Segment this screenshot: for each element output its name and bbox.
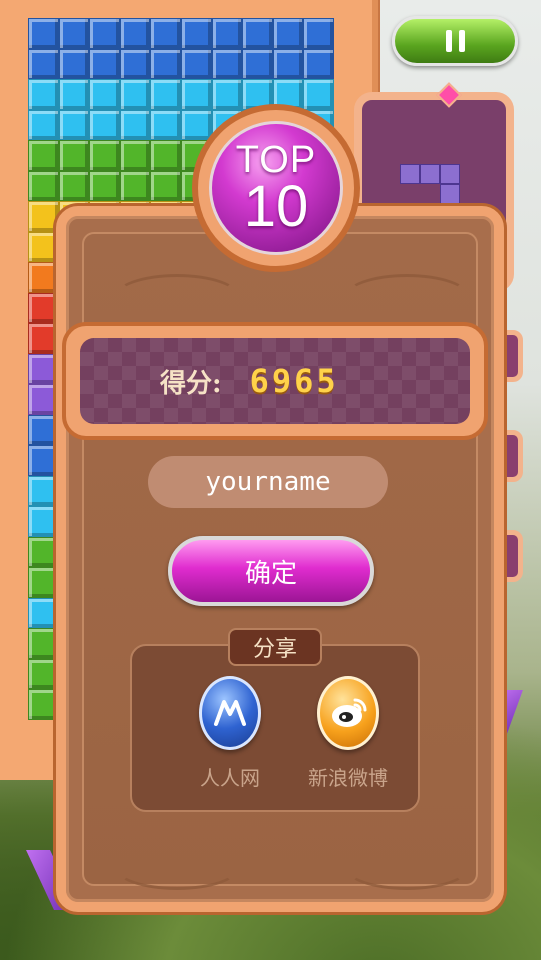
board-block	[28, 475, 59, 506]
board-block	[303, 48, 334, 79]
gem-ornament	[436, 82, 462, 108]
board-block	[28, 231, 59, 262]
board-block	[150, 48, 181, 79]
board-block	[89, 79, 120, 110]
board-block	[28, 384, 59, 415]
share-weibo-button[interactable]: 新浪微博	[293, 676, 403, 791]
board-block	[28, 506, 59, 537]
board-block	[58, 79, 90, 110]
board-block	[28, 658, 59, 689]
top10-badge: TOP 10	[192, 104, 360, 272]
top10-badge-core: TOP 10	[209, 121, 343, 255]
board-block	[58, 170, 90, 201]
scroll-ornament	[114, 844, 240, 890]
share-weibo-label: 新浪微博	[308, 766, 388, 790]
board-block	[28, 689, 59, 720]
score-value: 6965	[249, 362, 339, 400]
board-block	[89, 170, 120, 201]
renren-icon	[199, 676, 261, 750]
board-block	[150, 140, 181, 171]
board-block	[119, 79, 151, 110]
board-block	[303, 18, 334, 49]
board-block	[119, 18, 151, 49]
scroll-ornament	[114, 274, 240, 320]
board-block	[28, 536, 59, 567]
board-block	[89, 109, 120, 140]
board-block	[58, 48, 90, 79]
board-block	[28, 48, 59, 79]
badge-rank-text: 10	[243, 174, 309, 239]
board-block	[242, 18, 273, 49]
score-label: 得分:	[160, 368, 222, 399]
board-block	[211, 18, 243, 49]
board-block	[89, 140, 120, 171]
scroll-ornament	[344, 844, 470, 890]
share-renren-label: 人人网	[200, 766, 260, 790]
board-block	[181, 48, 212, 79]
board-block	[28, 567, 59, 598]
board-block	[28, 79, 59, 110]
board-block	[181, 109, 212, 140]
board-block	[28, 201, 59, 232]
board-block	[272, 18, 304, 49]
score-banner: 得分: 6965	[62, 322, 488, 440]
scroll-ornament	[344, 274, 470, 320]
board-block	[28, 597, 59, 628]
score-panel: 得分: 6965	[80, 338, 470, 424]
board-block	[58, 18, 90, 49]
board-block	[119, 109, 151, 140]
board-block	[28, 109, 59, 140]
board-block	[211, 48, 243, 79]
board-block	[28, 18, 59, 49]
board-block	[150, 170, 181, 201]
board-block	[89, 48, 120, 79]
board-block	[181, 79, 212, 110]
board-block	[58, 109, 90, 140]
sina-weibo-icon	[317, 676, 379, 750]
player-name-input[interactable]	[148, 456, 388, 508]
board-block	[303, 79, 334, 110]
board-block	[242, 48, 273, 79]
board-block	[119, 140, 151, 171]
confirm-button-label: 确定	[244, 558, 297, 589]
board-block	[28, 414, 59, 445]
board-block	[28, 170, 59, 201]
board-block	[28, 262, 59, 293]
board-block	[28, 628, 59, 659]
board-block	[181, 18, 212, 49]
share-title: 分享	[228, 628, 322, 666]
pause-icon	[445, 30, 465, 52]
board-block	[150, 18, 181, 49]
board-block	[89, 18, 120, 49]
board-block	[28, 140, 59, 171]
board-block	[119, 48, 151, 79]
board-block	[28, 445, 59, 476]
confirm-button[interactable]: 确定	[168, 536, 374, 606]
board-block	[58, 140, 90, 171]
board-block	[28, 323, 59, 354]
board-block	[211, 79, 243, 110]
board-block	[119, 170, 151, 201]
board-block	[28, 353, 59, 384]
board-block	[150, 109, 181, 140]
board-block	[150, 79, 181, 110]
share-renren-button[interactable]: 人人网	[175, 676, 285, 791]
pause-button[interactable]	[392, 16, 518, 66]
board-block	[272, 48, 304, 79]
board-block	[28, 292, 59, 323]
